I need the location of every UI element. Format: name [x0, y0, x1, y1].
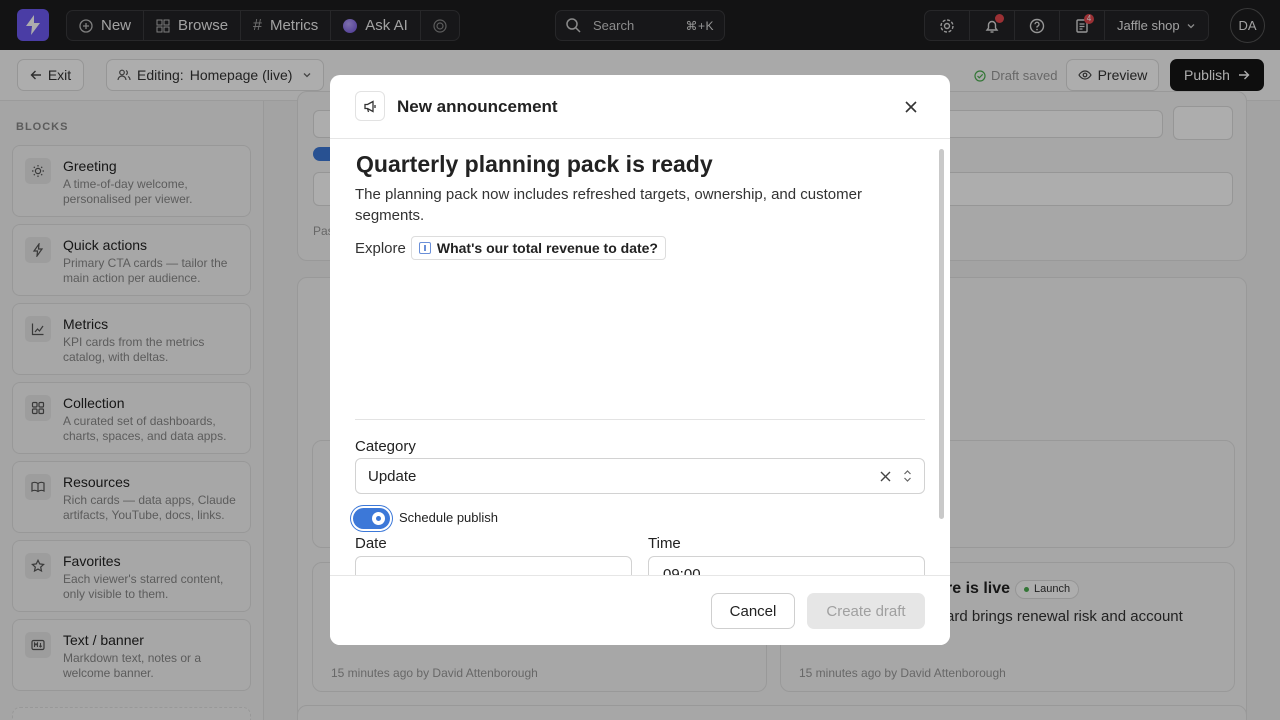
explore-row: Explore What's our total revenue to date…	[355, 236, 666, 260]
dialog-body[interactable]: Quarterly planning pack is ready The pla…	[330, 139, 950, 575]
schedule-publish-label: Schedule publish	[399, 510, 499, 525]
category-select[interactable]: Update	[355, 458, 925, 494]
close-icon	[905, 101, 917, 113]
explore-question-chip[interactable]: What's our total revenue to date?	[410, 236, 666, 260]
dialog-header: New announcement	[330, 75, 950, 139]
create-draft-button[interactable]: Create draft	[807, 593, 925, 629]
question-icon	[418, 242, 431, 254]
megaphone-icon	[355, 91, 385, 121]
divider	[355, 419, 925, 420]
clear-category-button[interactable]	[880, 471, 891, 482]
category-label: Category	[355, 438, 416, 455]
time-label: Time	[648, 535, 681, 552]
cancel-button[interactable]: Cancel	[711, 593, 795, 629]
category-value: Update	[368, 467, 417, 485]
dialog-scrollbar[interactable]	[939, 149, 944, 519]
toggle-knob	[372, 512, 385, 525]
new-announcement-dialog: New announcement Quarterly planning pack…	[330, 75, 950, 645]
chevron-updown-icon	[904, 470, 911, 482]
announcement-body[interactable]: The planning pack now includes refreshed…	[355, 184, 915, 226]
clear-icon	[880, 471, 891, 481]
date-label: Date	[355, 535, 387, 552]
time-input[interactable]: 09:00	[648, 556, 925, 575]
dialog-title: New announcement	[397, 97, 558, 116]
announcement-headline[interactable]: Quarterly planning pack is ready	[356, 151, 713, 178]
explore-question-text: What's our total revenue to date?	[436, 240, 658, 256]
schedule-publish-toggle[interactable]	[353, 508, 390, 529]
close-button[interactable]	[900, 96, 922, 118]
date-input[interactable]	[355, 556, 632, 575]
dialog-footer: Cancel Create draft	[330, 575, 950, 645]
explore-label: Explore	[355, 239, 406, 257]
